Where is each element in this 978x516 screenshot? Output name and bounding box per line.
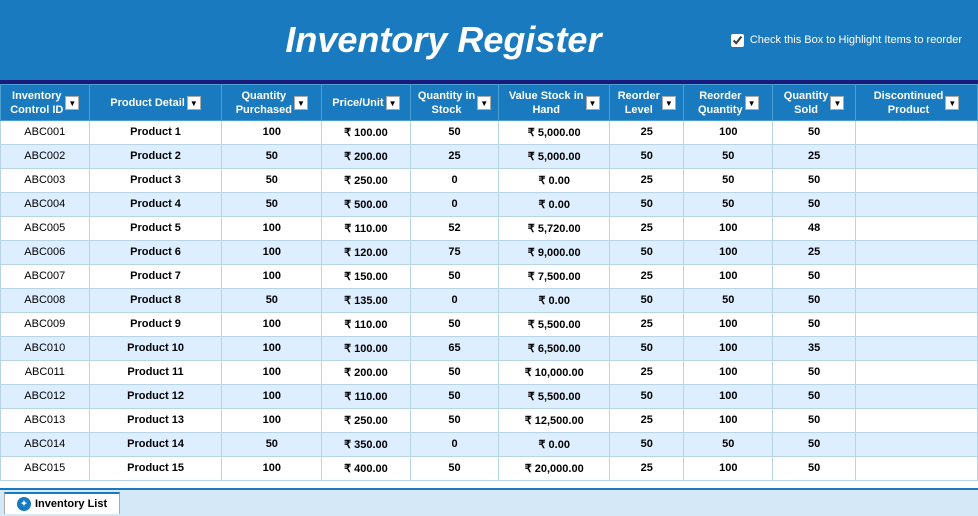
table-row[interactable]: ABC014Product 1450₹ 350.000₹ 0.00505050: [1, 432, 978, 456]
col-vs-dropdown[interactable]: ▼: [586, 96, 600, 110]
col-rl-dropdown[interactable]: ▼: [662, 96, 676, 110]
col-header-qty-stock: Quantity inStock ▼: [410, 85, 499, 121]
col-rq-dropdown[interactable]: ▼: [745, 96, 759, 110]
col-qp-dropdown[interactable]: ▼: [294, 96, 308, 110]
table-row[interactable]: ABC004Product 450₹ 500.000₹ 0.00505050: [1, 192, 978, 216]
table-row[interactable]: ABC006Product 6100₹ 120.0075₹ 9,000.0050…: [1, 240, 978, 264]
header: Inventory Register Check this Box to Hig…: [0, 0, 978, 80]
col-header-qty-purchased: QuantityPurchased ▼: [222, 85, 322, 121]
table-row[interactable]: ABC008Product 850₹ 135.000₹ 0.00505050: [1, 288, 978, 312]
table-row[interactable]: ABC009Product 9100₹ 110.0050₹ 5,500.0025…: [1, 312, 978, 336]
app: Inventory Register Check this Box to Hig…: [0, 0, 978, 516]
highlight-reorder-checkbox[interactable]: [731, 34, 744, 47]
highlight-reorder-label: Check this Box to Highlight Items to reo…: [750, 34, 962, 46]
col-header-price: Price/Unit ▼: [322, 85, 411, 121]
table-row[interactable]: ABC005Product 5100₹ 110.0052₹ 5,720.0025…: [1, 216, 978, 240]
col-header-id: InventoryControl ID ▼: [1, 85, 90, 121]
col-header-value-stock: Value Stock inHand ▼: [499, 85, 610, 121]
col-prod-dropdown[interactable]: ▼: [187, 96, 201, 110]
table-row[interactable]: ABC003Product 350₹ 250.000₹ 0.00255050: [1, 168, 978, 192]
table-row[interactable]: ABC007Product 7100₹ 150.0050₹ 7,500.0025…: [1, 264, 978, 288]
table-row[interactable]: ABC002Product 250₹ 200.0025₹ 5,000.00505…: [1, 144, 978, 168]
col-pu-dropdown[interactable]: ▼: [386, 96, 400, 110]
col-sold-dropdown[interactable]: ▼: [830, 96, 844, 110]
page-title: Inventory Register: [156, 19, 731, 61]
tab-label: Inventory List: [35, 498, 107, 510]
reorder-highlight-area: Check this Box to Highlight Items to reo…: [731, 34, 962, 47]
column-header-row: InventoryControl ID ▼ Product Detail ▼ Q…: [1, 85, 978, 121]
col-header-qty-sold: QuantitySold ▼: [773, 85, 856, 121]
table-body: ABC001Product 1100₹ 100.0050₹ 5,000.0025…: [1, 120, 978, 480]
col-header-discontinued: DiscontinuedProduct ▼: [856, 85, 978, 121]
tab-inventory-list[interactable]: ✦ Inventory List: [4, 492, 120, 514]
table-row[interactable]: ABC010Product 10100₹ 100.0065₹ 6,500.005…: [1, 336, 978, 360]
table-row[interactable]: ABC013Product 13100₹ 250.0050₹ 12,500.00…: [1, 408, 978, 432]
table-row[interactable]: ABC015Product 15100₹ 400.0050₹ 20,000.00…: [1, 456, 978, 480]
col-disc-dropdown[interactable]: ▼: [945, 96, 959, 110]
table-row[interactable]: ABC012Product 12100₹ 110.0050₹ 5,500.005…: [1, 384, 978, 408]
col-id-dropdown[interactable]: ▼: [65, 96, 79, 110]
tab-icon: ✦: [17, 497, 31, 511]
col-header-reorder-qty: ReorderQuantity ▼: [684, 85, 773, 121]
table-container[interactable]: InventoryControl ID ▼ Product Detail ▼ Q…: [0, 84, 978, 488]
col-qs-dropdown[interactable]: ▼: [477, 96, 491, 110]
table-row[interactable]: ABC011Product 11100₹ 200.0050₹ 10,000.00…: [1, 360, 978, 384]
inventory-table: InventoryControl ID ▼ Product Detail ▼ Q…: [0, 84, 978, 481]
col-header-reorder-level: ReorderLevel ▼: [610, 85, 684, 121]
table-row[interactable]: ABC001Product 1100₹ 100.0050₹ 5,000.0025…: [1, 120, 978, 144]
tab-bar: ✦ Inventory List: [0, 488, 978, 516]
col-header-product: Product Detail ▼: [89, 85, 222, 121]
